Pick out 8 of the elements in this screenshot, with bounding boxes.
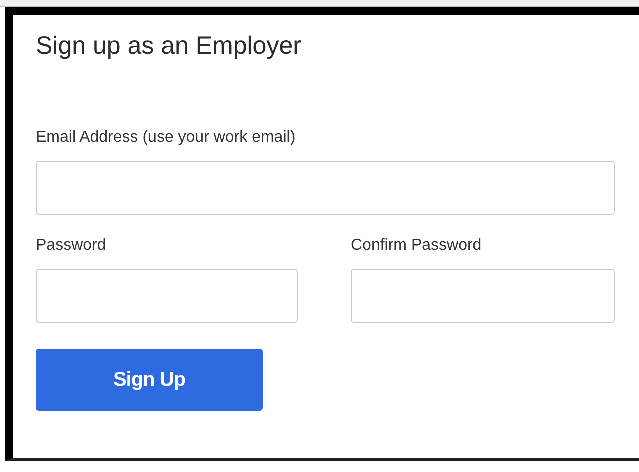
- input-field[interactable]: [36, 161, 615, 215]
- sign-up-button[interactable]: Sign Up: [36, 349, 263, 411]
- field-label: Password: [36, 236, 108, 256]
- input-field[interactable]: [36, 269, 298, 323]
- form-title: Sign up as an Employer: [36, 31, 302, 62]
- field-label: Confirm Password: [351, 236, 483, 256]
- input-field[interactable]: [351, 269, 615, 323]
- field-label: Email Address (use your work email): [36, 128, 297, 148]
